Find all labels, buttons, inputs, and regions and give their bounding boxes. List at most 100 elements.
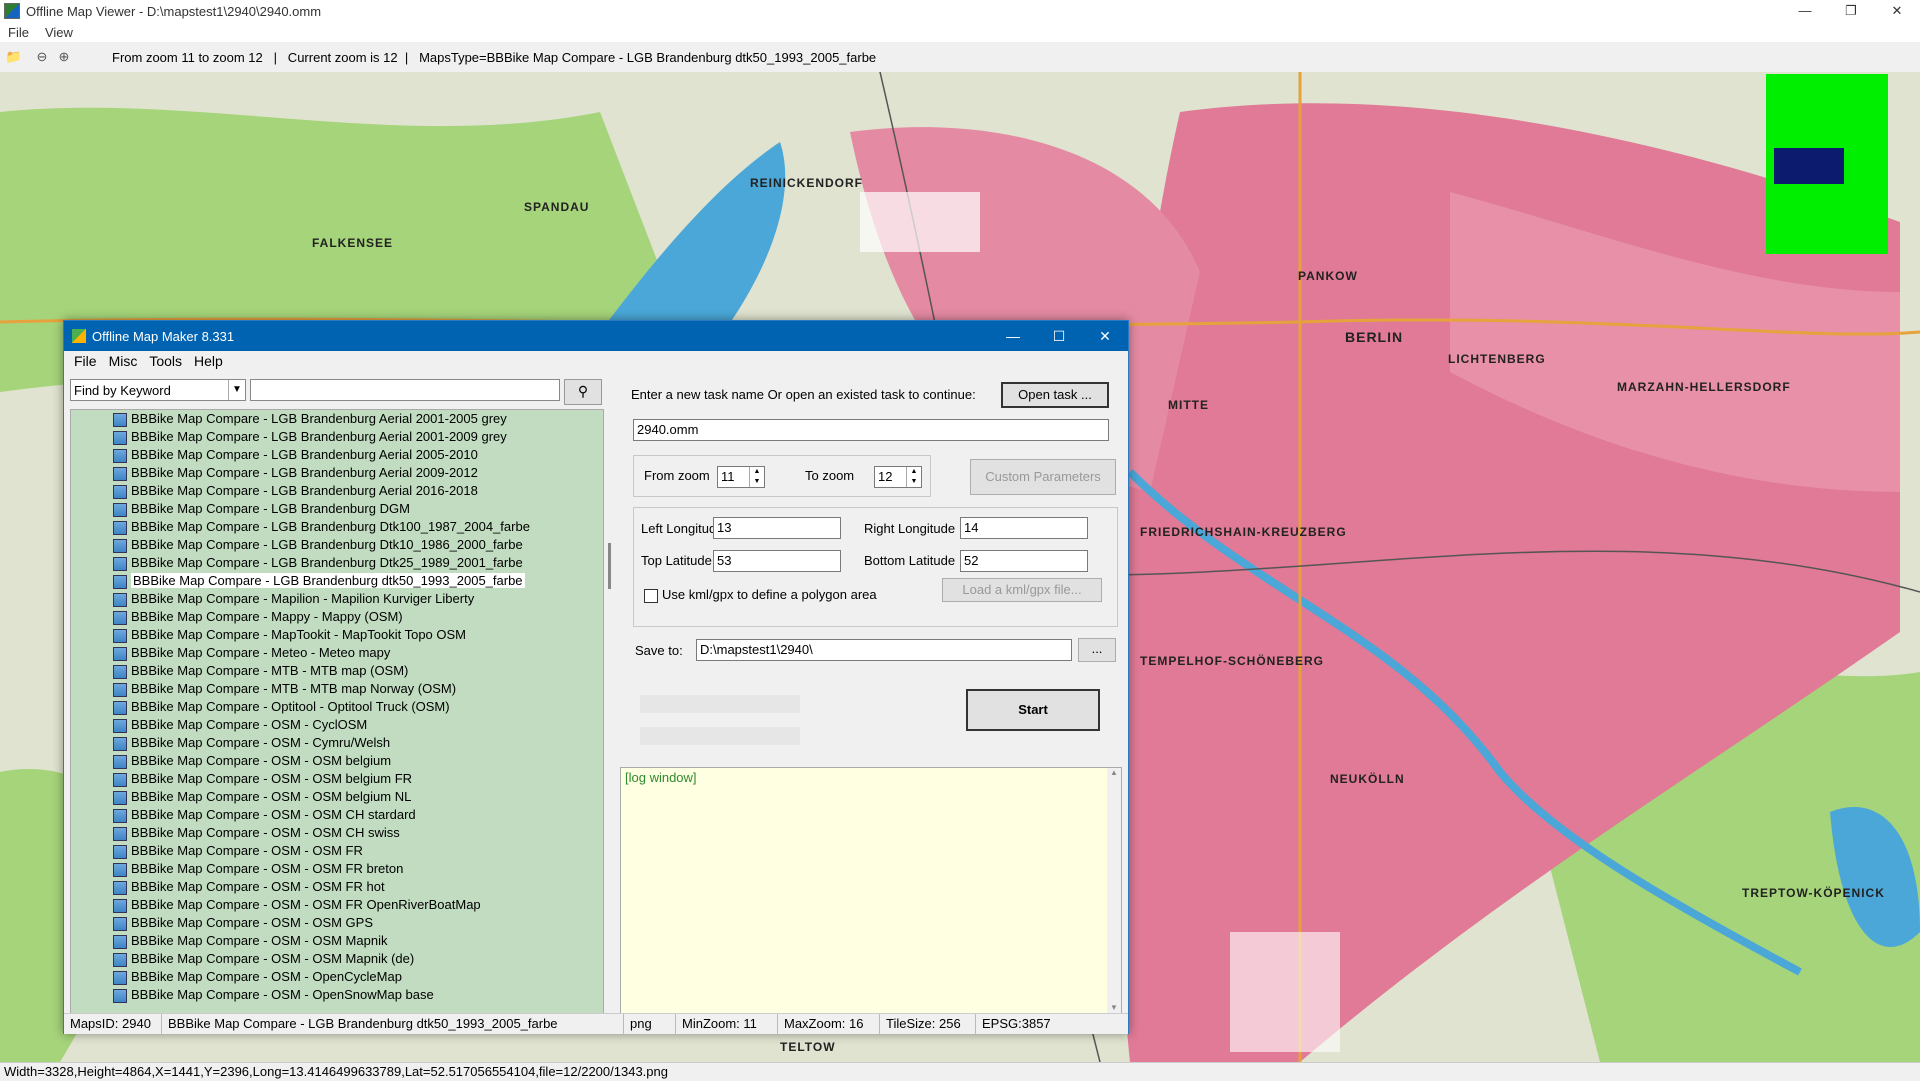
tree-scrollbar[interactable] xyxy=(608,543,611,589)
map-label-falkensee: FALKENSEE xyxy=(312,236,394,250)
tree-item-label: BBBike Map Compare - OSM - OSM belgium xyxy=(131,753,392,768)
log-scrollbar[interactable]: ▲ ▼ xyxy=(1107,768,1121,1014)
bottom-latitude-input[interactable]: 52 xyxy=(960,550,1088,572)
tree-item[interactable]: BBBike Map Compare - OSM - OSM belgium xyxy=(71,752,603,770)
spinner-arrows-icon[interactable]: ▲ ▼ xyxy=(749,467,764,487)
tree-item-label: BBBike Map Compare - OSM - OSM GPS xyxy=(131,915,374,930)
map-type-tree[interactable]: BBBike Map Compare - LGB Brandenburg Aer… xyxy=(70,409,604,1015)
folder-open-icon[interactable]: 📁 xyxy=(6,49,22,65)
close-icon[interactable]: ✕ xyxy=(1874,0,1920,22)
tree-item-label: BBBike Map Compare - LGB Brandenburg DGM xyxy=(131,501,410,516)
tree-item[interactable]: BBBike Map Compare - LGB Brandenburg Aer… xyxy=(71,446,603,464)
restore-icon[interactable]: ❐ xyxy=(1828,0,1874,22)
tree-item[interactable]: BBBike Map Compare - Meteo - Meteo mapy xyxy=(71,644,603,662)
overview-minimap[interactable] xyxy=(1766,74,1888,254)
menu-file[interactable]: File xyxy=(0,25,37,40)
tree-item[interactable]: BBBike Map Compare - OSM - OSM FR hot xyxy=(71,878,603,896)
tree-item-label: BBBike Map Compare - LGB Brandenburg dtk… xyxy=(131,573,525,588)
tree-item[interactable]: BBBike Map Compare - LGB Brandenburg Dtk… xyxy=(71,536,603,554)
tree-item[interactable]: BBBike Map Compare - OSM - OpenCycleMap xyxy=(71,968,603,986)
tree-item-label: BBBike Map Compare - LGB Brandenburg Dtk… xyxy=(131,537,523,552)
load-kml-button[interactable]: Load a kml/gpx file... xyxy=(942,578,1102,602)
tree-item-label: BBBike Map Compare - Optitool - Optitool… xyxy=(131,699,450,714)
menu-file[interactable]: File xyxy=(68,353,103,369)
menu-view[interactable]: View xyxy=(37,25,81,40)
find-mode-select[interactable]: Find by Keyword ▼ xyxy=(70,379,246,401)
menu-misc[interactable]: Misc xyxy=(103,353,144,369)
tree-item[interactable]: BBBike Map Compare - OSM - Cymru/Welsh xyxy=(71,734,603,752)
tree-item[interactable]: BBBike Map Compare - OSM - OSM FR breton xyxy=(71,860,603,878)
custom-parameters-button[interactable]: Custom Parameters xyxy=(970,459,1116,495)
tree-item[interactable]: BBBike Map Compare - Mapilion - Mapilion… xyxy=(71,590,603,608)
tree-item[interactable]: BBBike Map Compare - MTB - MTB map (OSM) xyxy=(71,662,603,680)
tree-item-label: BBBike Map Compare - Mappy - Mappy (OSM) xyxy=(131,609,403,624)
tree-item[interactable]: BBBike Map Compare - OSM - OSM Mapnik xyxy=(71,932,603,950)
tree-item[interactable]: BBBike Map Compare - Mappy - Mappy (OSM) xyxy=(71,608,603,626)
tree-item[interactable]: BBBike Map Compare - OSM - OSM FR OpenRi… xyxy=(71,896,603,914)
zoom-out-icon[interactable]: ⊖ xyxy=(34,49,50,65)
map-tile-icon xyxy=(113,935,127,949)
tree-item[interactable]: BBBike Map Compare - OSM - OSM belgium F… xyxy=(71,770,603,788)
tree-item[interactable]: BBBike Map Compare - MTB - MTB map Norwa… xyxy=(71,680,603,698)
task-name-input[interactable]: 2940.omm xyxy=(633,419,1109,441)
map-tile-icon xyxy=(113,791,127,805)
tree-item[interactable]: BBBike Map Compare - OSM - CyclOSM xyxy=(71,716,603,734)
map-list-panel: Find by Keyword ▼ ⚲ BBBike Map Compare -… xyxy=(68,375,613,1015)
map-tile-icon xyxy=(113,809,127,823)
tree-item[interactable]: BBBike Map Compare - OSM - OSM belgium N… xyxy=(71,788,603,806)
minimize-icon[interactable]: — xyxy=(1782,0,1828,22)
task-panel: Enter a new task name Or open an existed… xyxy=(620,375,1122,1015)
dialog-title-bar: Offline Map Maker 8.331 — ☐ ✕ xyxy=(64,321,1128,351)
keyword-input[interactable] xyxy=(250,379,560,401)
tree-item[interactable]: BBBike Map Compare - OSM - OSM CH starda… xyxy=(71,806,603,824)
map-tile-icon xyxy=(113,863,127,877)
tree-item[interactable]: BBBike Map Compare - LGB Brandenburg DGM xyxy=(71,500,603,518)
tree-item[interactable]: BBBike Map Compare - OSM - OSM Mapnik (d… xyxy=(71,950,603,968)
tree-item[interactable]: BBBike Map Compare - LGB Brandenburg Aer… xyxy=(71,428,603,446)
tree-item[interactable]: BBBike Map Compare - OSM - OpenSnowMap b… xyxy=(71,986,603,1004)
menu-tools[interactable]: Tools xyxy=(143,353,188,369)
tree-item[interactable]: BBBike Map Compare - OSM - OSM CH swiss xyxy=(71,824,603,842)
tree-item[interactable]: BBBike Map Compare - LGB Brandenburg Dtk… xyxy=(71,518,603,536)
tree-item[interactable]: BBBike Map Compare - MapTookit - MapTook… xyxy=(71,626,603,644)
right-longitude-input[interactable]: 14 xyxy=(960,517,1088,539)
left-longitude-input[interactable]: 13 xyxy=(713,517,841,539)
progress-bar-2 xyxy=(640,727,800,745)
tree-item-label: BBBike Map Compare - OSM - OSM FR OpenRi… xyxy=(131,897,481,912)
maximize-icon[interactable]: ☐ xyxy=(1036,328,1082,345)
tree-item-label: BBBike Map Compare - LGB Brandenburg Dtk… xyxy=(131,555,523,570)
tree-item[interactable]: BBBike Map Compare - OSM - OSM FR xyxy=(71,842,603,860)
top-latitude-input[interactable]: 53 xyxy=(713,550,841,572)
task-prompt: Enter a new task name Or open an existed… xyxy=(631,387,976,402)
tree-item[interactable]: BBBike Map Compare - LGB Brandenburg dtk… xyxy=(71,572,603,590)
map-label-berlin: BERLIN xyxy=(1345,329,1404,345)
to-zoom-spinner[interactable]: 12 ▲ ▼ xyxy=(874,466,922,488)
menu-help[interactable]: Help xyxy=(188,353,229,369)
log-window[interactable]: [log window] ▲ ▼ xyxy=(620,767,1122,1015)
zoom-in-icon[interactable]: ⊕ xyxy=(56,49,72,65)
start-button[interactable]: Start xyxy=(966,689,1100,731)
overview-viewport[interactable] xyxy=(1774,148,1844,184)
tree-item[interactable]: BBBike Map Compare - Optitool - Optitool… xyxy=(71,698,603,716)
map-tile-icon xyxy=(113,485,127,499)
tree-item[interactable]: BBBike Map Compare - LGB Brandenburg Aer… xyxy=(71,482,603,500)
zoom-info-text: From zoom 11 to zoom 12 | Current zoom i… xyxy=(112,49,877,65)
spinner-arrows-icon[interactable]: ▲ ▼ xyxy=(906,467,921,487)
minimize-icon[interactable]: — xyxy=(990,328,1036,345)
map-tile-icon xyxy=(113,773,127,787)
tree-item[interactable]: BBBike Map Compare - OSM - OSM GPS xyxy=(71,914,603,932)
map-label-marzahn: MARZAHN-HELLERSDORF xyxy=(1617,380,1791,394)
tree-item[interactable]: BBBike Map Compare - LGB Brandenburg Aer… xyxy=(71,410,603,428)
browse-button[interactable]: ... xyxy=(1078,638,1116,662)
open-task-button[interactable]: Open task ... xyxy=(1001,382,1109,408)
save-to-input[interactable]: D:\mapstest1\2940\ xyxy=(696,639,1072,661)
tree-item[interactable]: BBBike Map Compare - LGB Brandenburg Aer… xyxy=(71,464,603,482)
viewer-title-bar: Offline Map Viewer - D:\mapstest1\2940\2… xyxy=(0,0,1920,22)
from-zoom-spinner[interactable]: 11 ▲ ▼ xyxy=(717,466,765,488)
tree-item[interactable]: BBBike Map Compare - LGB Brandenburg Dtk… xyxy=(71,554,603,572)
use-kml-checkbox[interactable] xyxy=(644,589,658,603)
close-icon[interactable]: ✕ xyxy=(1082,328,1128,345)
tree-item-label: BBBike Map Compare - OSM - OSM belgium N… xyxy=(131,789,412,804)
search-button[interactable]: ⚲ xyxy=(564,379,602,405)
map-tile-icon xyxy=(113,647,127,661)
